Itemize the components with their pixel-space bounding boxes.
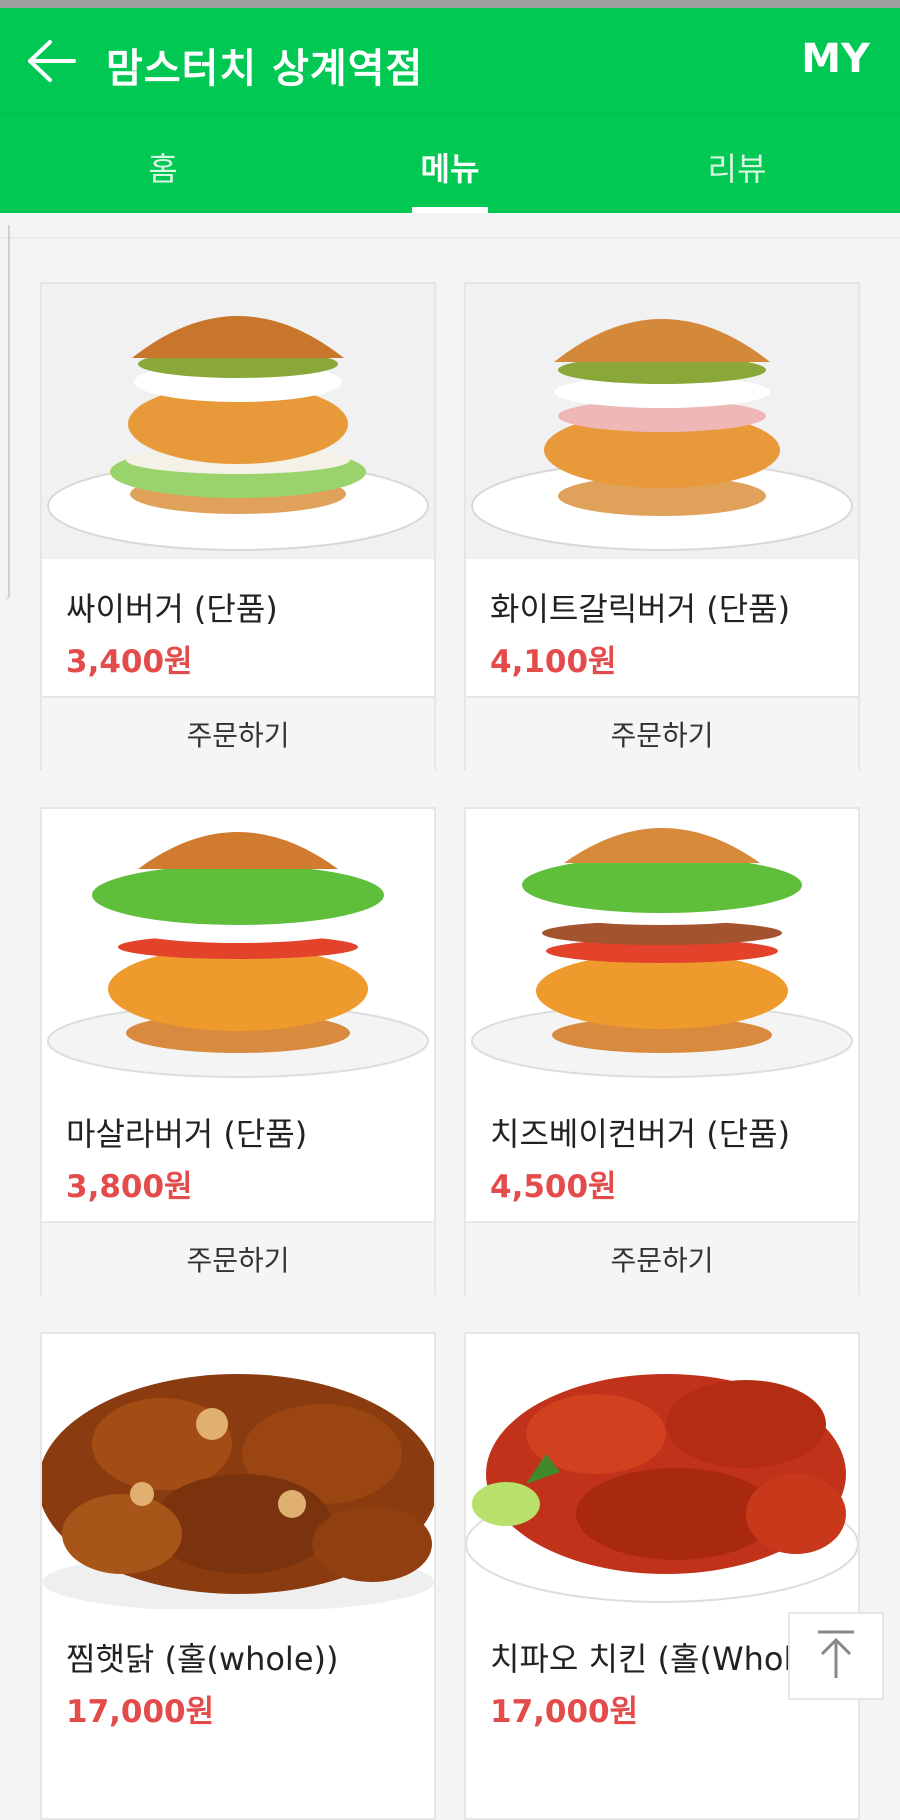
tab-reviews[interactable]: 리뷰 (667, 144, 807, 190)
menu-item-name: 찜햇닭 (홀(whole)) (66, 1640, 339, 1678)
status-bar-strip (0, 0, 900, 8)
menu-card[interactable]: 치파오 치킨 (홀(Whol... 17,000원 (464, 1332, 860, 1820)
cheese-bacon-burger-image (466, 809, 858, 1084)
menu-item-name: 화이트갈릭버거 (단품) (490, 590, 791, 628)
menu-card[interactable]: 싸이버거 (단품) 3,400원 주문하기 (40, 282, 436, 770)
menu-item-price: 17,000원 (66, 1694, 215, 1730)
menu-item-name: 치파오 치킨 (홀(Whol... (490, 1640, 823, 1678)
menu-card[interactable]: 찜햇닭 (홀(whole)) 17,000원 (40, 1332, 436, 1820)
braised-chicken-image (42, 1334, 434, 1609)
masala-burger-image (42, 809, 434, 1084)
order-button[interactable]: 주문하기 (42, 1221, 434, 1295)
content-divider (0, 237, 900, 239)
menu-item-price: 3,400원 (66, 644, 193, 680)
menu-card[interactable]: 화이트갈릭버거 (단품) 4,100원 주문하기 (464, 282, 860, 770)
back-arrow-icon[interactable] (26, 38, 78, 84)
menu-item-name: 치즈베이컨버거 (단품) (490, 1115, 791, 1153)
order-button[interactable]: 주문하기 (466, 696, 858, 770)
order-button[interactable]: 주문하기 (42, 696, 434, 770)
arrow-up-icon (814, 1628, 858, 1684)
order-button[interactable]: 주문하기 (466, 1221, 858, 1295)
menu-item-price: 17,000원 (490, 1694, 639, 1730)
tab-home[interactable]: 홈 (93, 144, 233, 190)
app-header: 맘스터치 상계역점 MY (0, 8, 900, 113)
white-garlic-burger-image (466, 284, 858, 559)
menu-item-price: 4,100원 (490, 644, 617, 680)
menu-item-name: 싸이버거 (단품) (66, 590, 278, 628)
menu-item-name: 마살라버거 (단품) (66, 1115, 308, 1153)
menu-item-price: 4,500원 (490, 1169, 617, 1205)
chipao-chicken-image (466, 1334, 858, 1609)
tab-bar: 홈 메뉴 리뷰 (0, 113, 900, 214)
tab-menu[interactable]: 메뉴 (380, 144, 520, 190)
my-page-button[interactable]: MY (801, 36, 870, 82)
scroll-to-top-button[interactable] (788, 1612, 884, 1700)
menu-item-price: 3,800원 (66, 1169, 193, 1205)
store-title: 맘스터치 상계역점 (106, 46, 424, 92)
menu-card[interactable]: 마살라버거 (단품) 3,800원 주문하기 (40, 807, 436, 1295)
menu-card[interactable]: 치즈베이컨버거 (단품) 4,500원 주문하기 (464, 807, 860, 1295)
spicy-chicken-burger-image (42, 284, 434, 559)
side-edge-handle (0, 225, 10, 600)
